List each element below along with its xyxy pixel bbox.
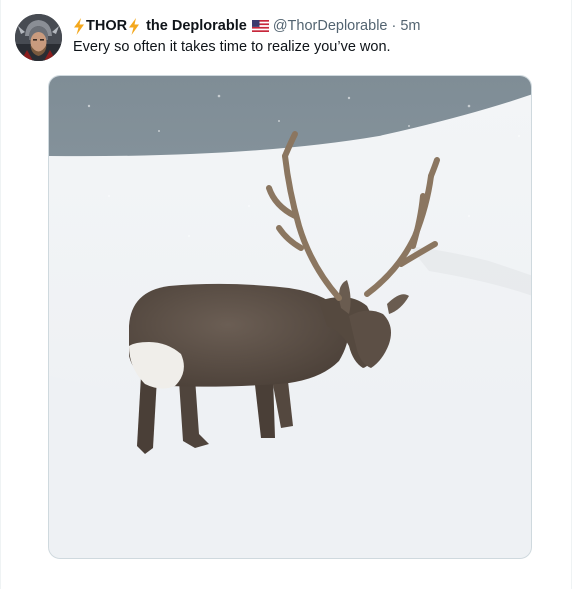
- lightning-bolt-icon: [74, 17, 84, 35]
- timeline-border-left: [0, 0, 1, 589]
- tweet-text: Every so often it takes time to realize …: [73, 39, 391, 55]
- display-name-part-1: THOR: [86, 18, 128, 34]
- tweet-timestamp[interactable]: 5m: [400, 16, 420, 36]
- us-flag-icon: [251, 20, 269, 32]
- avatar[interactable]: [15, 14, 62, 61]
- deer-in-snow-photo-icon: [49, 76, 531, 558]
- separator-dot: ·: [391, 18, 397, 34]
- author-handle[interactable]: @ThorDeplorable: [273, 16, 388, 36]
- tweet-media-photo[interactable]: [48, 75, 532, 559]
- tweet-page: THOR the Deplorable @ThorDeplorable · 5m…: [0, 0, 572, 589]
- display-name-part-2: the Deplorable: [146, 18, 247, 34]
- tweet-header: THOR the Deplorable @ThorDeplorable · 5m: [73, 15, 420, 37]
- display-name[interactable]: THOR the Deplorable: [73, 16, 273, 36]
- thor-helmet-avatar-icon: [15, 14, 62, 61]
- lightning-bolt-icon: [129, 17, 140, 35]
